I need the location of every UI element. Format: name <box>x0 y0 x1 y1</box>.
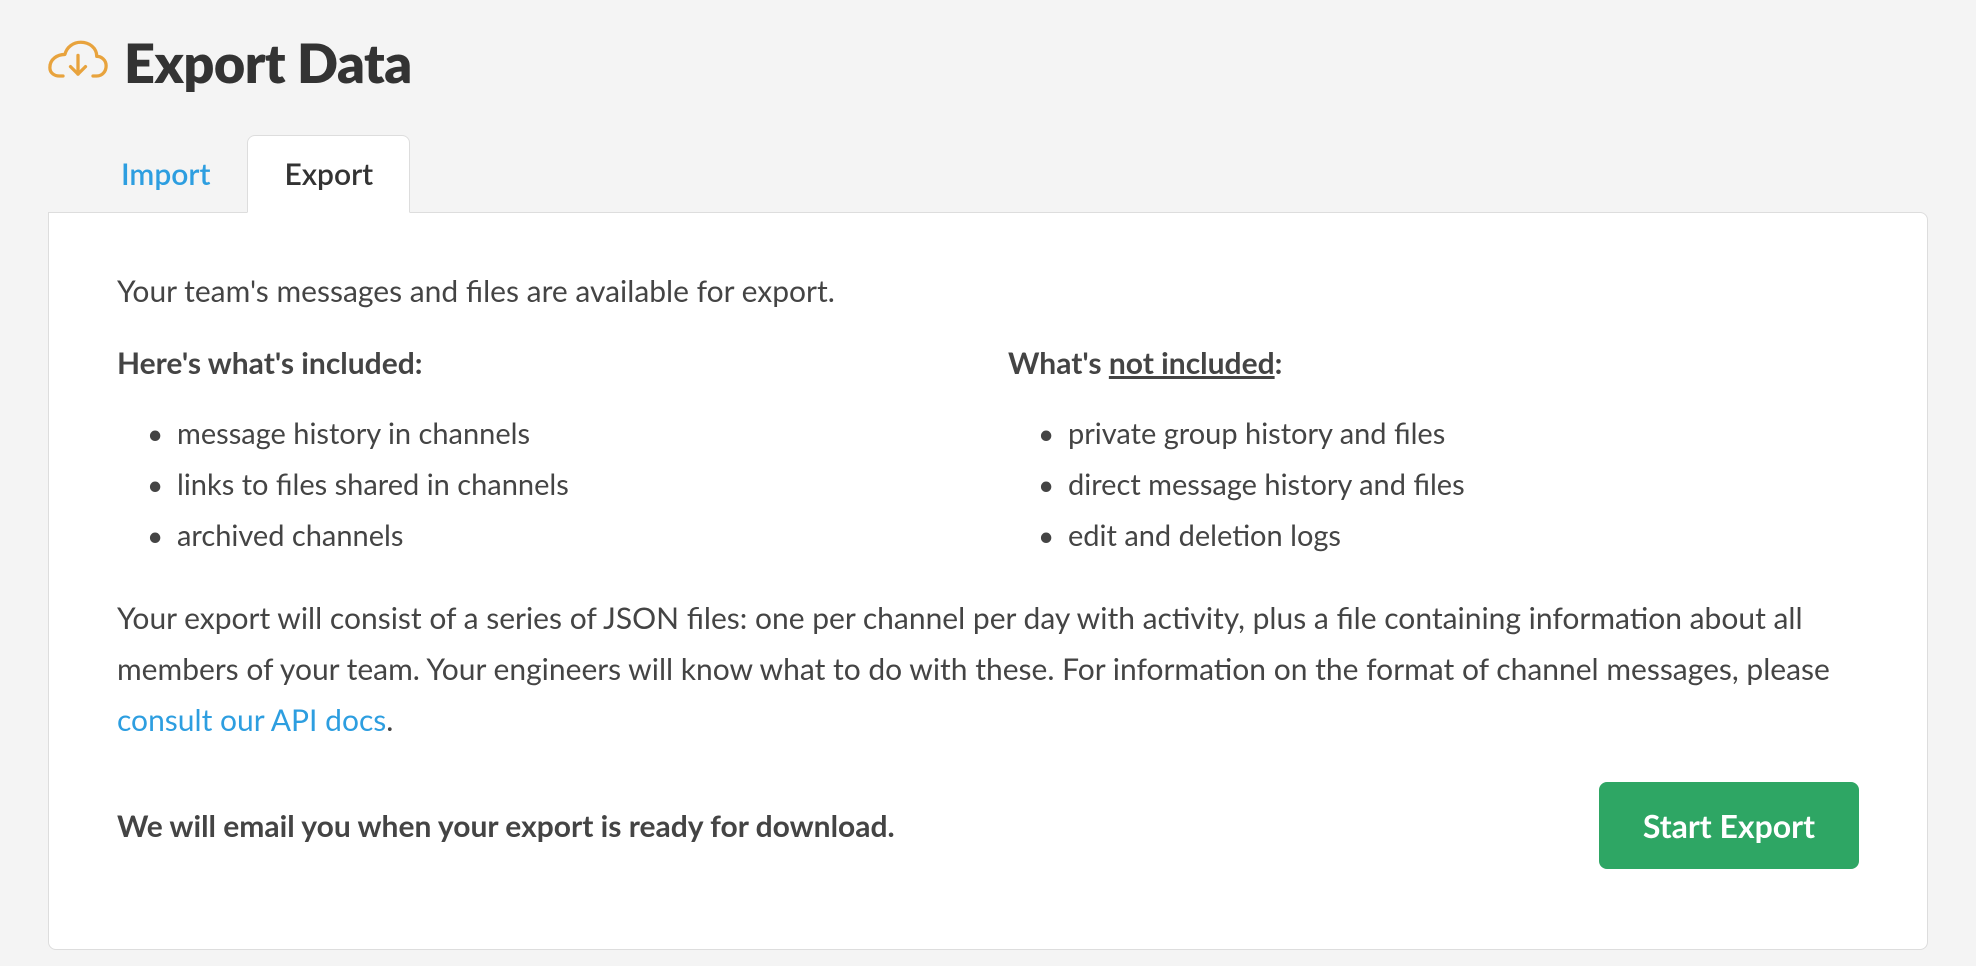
export-panel: Your team's messages and files are avail… <box>48 212 1928 950</box>
included-heading: Here's what's included: <box>117 345 968 381</box>
tabs-container: Import Export Your team's messages and f… <box>48 135 1928 950</box>
list-item: links to files shared in channels <box>147 460 968 511</box>
columns: Here's what's included: message history … <box>117 345 1859 561</box>
not-included-heading: What's not included: <box>1008 345 1859 381</box>
page-header: Export Data <box>48 30 1928 95</box>
tabs: Import Export <box>48 135 1928 212</box>
list-item: edit and deletion logs <box>1038 511 1859 562</box>
included-list: message history in channels links to fil… <box>117 409 968 561</box>
cloud-download-icon <box>48 36 108 90</box>
email-notice: We will email you when your export is re… <box>117 808 895 844</box>
list-item: archived channels <box>147 511 968 562</box>
not-included-suffix: : <box>1275 345 1283 381</box>
intro-text: Your team's messages and files are avail… <box>117 273 1859 309</box>
not-included-list: private group history and files direct m… <box>1008 409 1859 561</box>
description-paragraph: Your export will consist of a series of … <box>117 593 1859 746</box>
not-included-underlined: not included <box>1109 345 1275 381</box>
description-before-link: Your export will consist of a series of … <box>117 600 1830 687</box>
page-title: Export Data <box>124 30 412 95</box>
start-export-button[interactable]: Start Export <box>1599 782 1859 869</box>
bottom-row: We will email you when your export is re… <box>117 782 1859 869</box>
list-item: private group history and files <box>1038 409 1859 460</box>
not-included-column: What's not included: private group histo… <box>1008 345 1859 561</box>
tab-export[interactable]: Export <box>247 135 410 213</box>
api-docs-link[interactable]: consult our API docs <box>117 702 386 738</box>
list-item: message history in channels <box>147 409 968 460</box>
not-included-prefix: What's <box>1008 345 1109 381</box>
list-item: direct message history and files <box>1038 460 1859 511</box>
included-column: Here's what's included: message history … <box>117 345 968 561</box>
description-after-link: . <box>386 702 393 738</box>
tab-import[interactable]: Import <box>84 135 247 212</box>
